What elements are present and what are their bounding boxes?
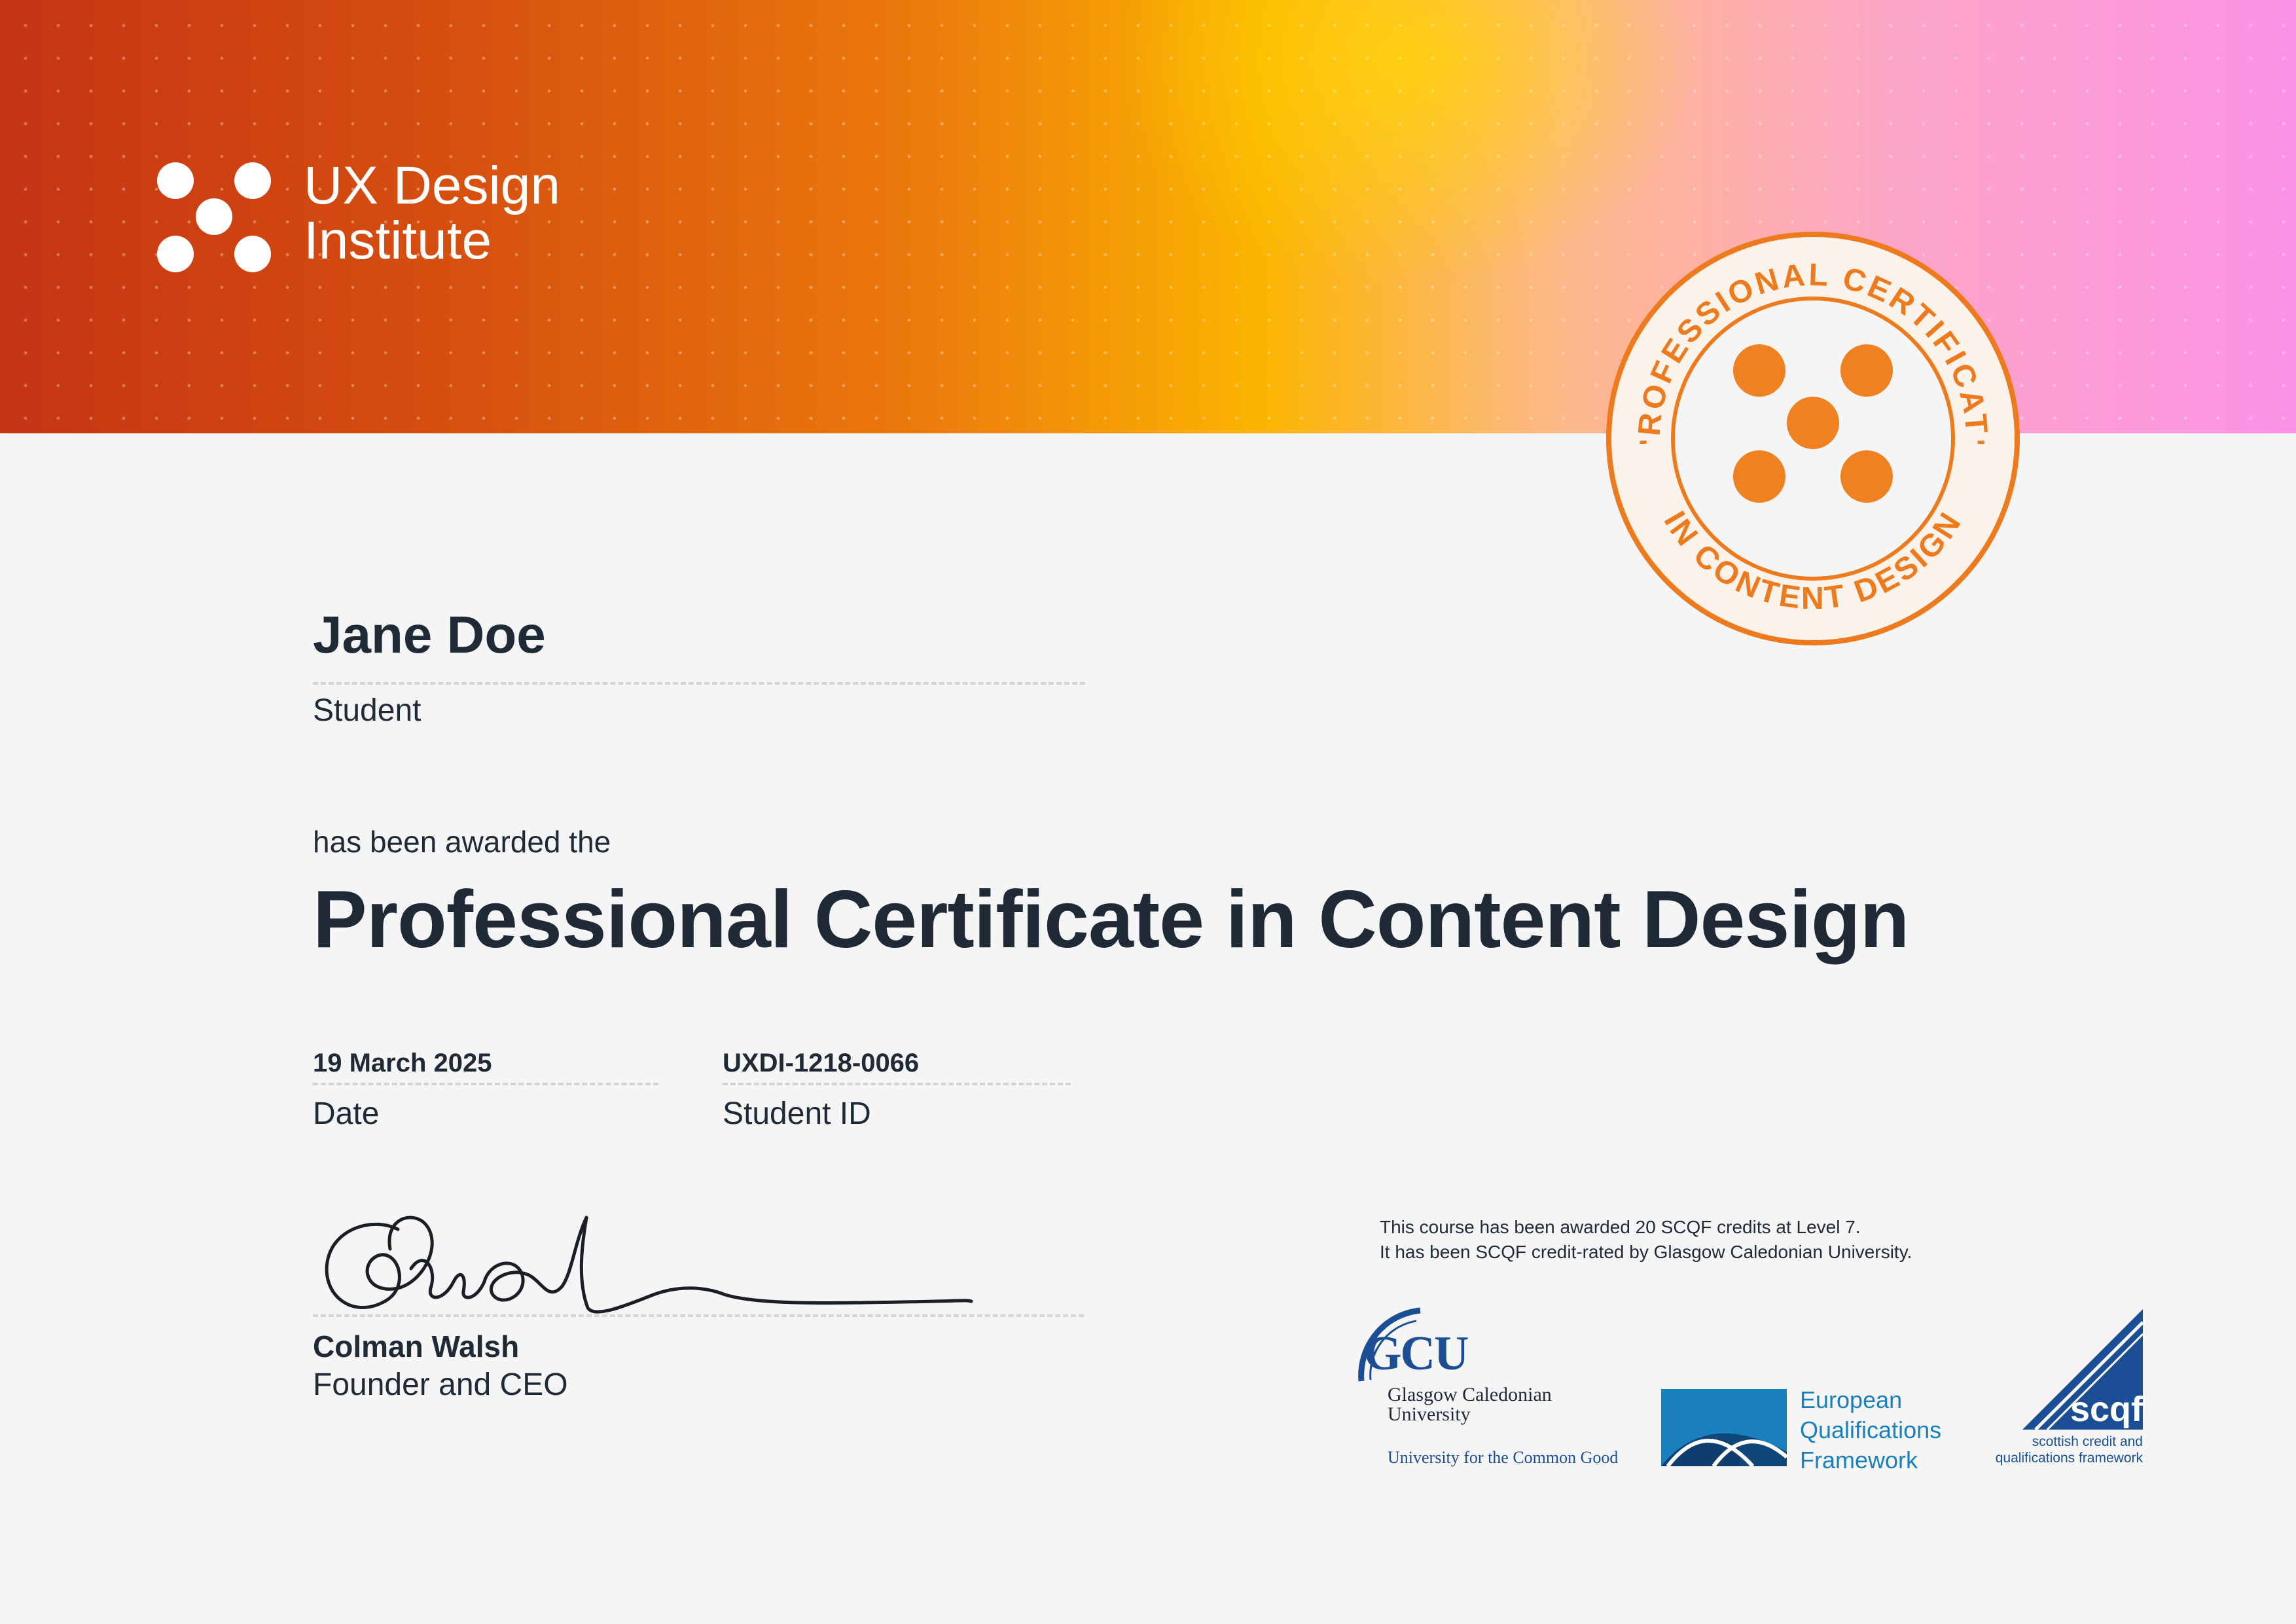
brand-dots-icon (157, 162, 271, 272)
signatory-title: Founder and CEO (313, 1367, 568, 1402)
accreditation-line2: It has been SCQF credit-rated by Glasgow… (1380, 1242, 1912, 1262)
accreditation-line1: This course has been awarded 20 SCQF cre… (1380, 1217, 1861, 1237)
date-field: 19 March 2025 Date (313, 1043, 658, 1134)
gcu-abbr: GCU (1364, 1327, 1469, 1380)
scqf-subtitle: scottish credit and qualifications frame… (1996, 1434, 2143, 1466)
eqf-line2: Qualifications (1800, 1416, 1942, 1443)
name-rule (313, 682, 1085, 685)
eqf-line1: European (1800, 1386, 1903, 1413)
scqf-line2: qualifications framework (1995, 1451, 2143, 1466)
certificate-seal: PROFESSIONAL CERTIFICATE IN CONTENT DESI… (1601, 226, 2020, 645)
recipient-block: Jane Doe Student (313, 602, 1085, 731)
date-value: 19 March 2025 (313, 1049, 492, 1077)
seal-dash-right: - (1977, 426, 1985, 455)
signature-image (325, 1216, 973, 1314)
scqf-abbr: scqf (2070, 1390, 2143, 1429)
certificate: UX Design Institute PROFESSIONAL CERTIFI… (0, 0, 2296, 1624)
eqf-line3: Framework (1800, 1447, 1918, 1473)
student-id-rule (723, 1083, 1071, 1085)
scqf-logo: scqf scottish credit and qualifications … (1979, 1309, 2143, 1473)
brand-logo: UX Design Institute (154, 154, 586, 279)
signatory-name: Colman Walsh (313, 1329, 520, 1363)
brand-name-line2: Institute (304, 211, 492, 270)
student-id-label: Student ID (723, 1096, 871, 1131)
gcu-logo: GCU Glasgow Caledonian University Univer… (1348, 1303, 1623, 1473)
signature-rule (313, 1314, 1084, 1317)
eqf-bridge-icon (1661, 1389, 1787, 1466)
award-intro: has been awarded the (313, 825, 611, 859)
student-id-field: UXDI-1218-0066 Student ID (723, 1043, 1071, 1134)
recipient-name: Jane Doe (313, 605, 546, 664)
gcu-name-line1: Glasgow Caledonian (1388, 1384, 1552, 1405)
signatory-block: Colman Walsh Founder and CEO (313, 1327, 568, 1405)
accreditation-note: This course has been awarded 20 SCQF cre… (1380, 1215, 1912, 1265)
eqf-wordmark: European Qualifications Framework (1800, 1385, 1941, 1475)
gcu-motto: University for the Common Good (1388, 1448, 1619, 1467)
gcu-name: Glasgow Caledonian University (1388, 1385, 1552, 1424)
seal-dash-left: - (1639, 426, 1647, 455)
recipient-role: Student (313, 693, 422, 728)
gcu-name-line2: University (1388, 1403, 1471, 1425)
brand-name-line1: UX Design (304, 156, 560, 215)
eqf-logo: European Qualifications Framework (1661, 1385, 1962, 1473)
date-label: Date (313, 1096, 380, 1131)
course-title: Professional Certificate in Content Desi… (313, 875, 1909, 965)
scqf-line1: scottish credit and (2032, 1434, 2143, 1449)
date-rule (313, 1083, 658, 1085)
brand-wordmark: UX Design Institute (304, 158, 560, 268)
student-id-value: UXDI-1218-0066 (723, 1049, 920, 1077)
